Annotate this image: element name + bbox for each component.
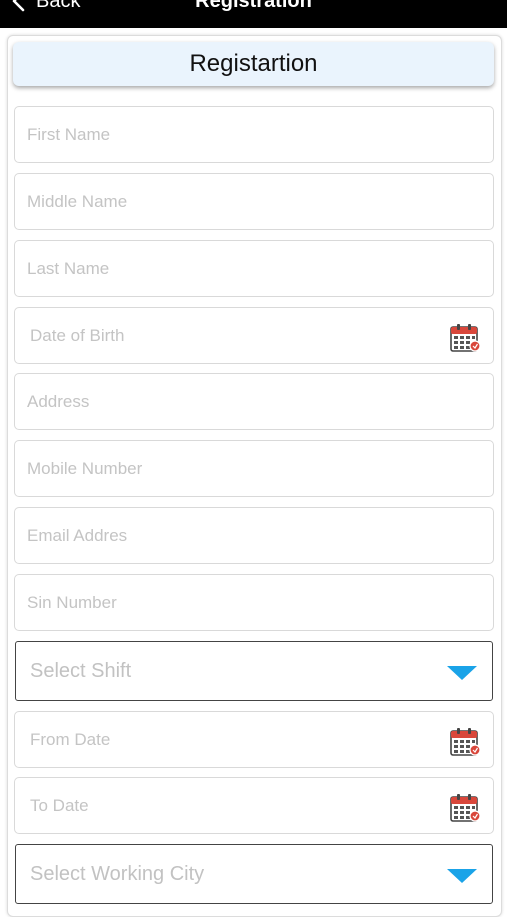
calendar-icon[interactable] (449, 322, 481, 354)
email-field (14, 507, 494, 564)
to-date-field (14, 777, 494, 834)
first-name-input[interactable] (15, 107, 493, 162)
shift-select[interactable]: Select Shift (15, 641, 493, 701)
form-title: Registartion (189, 50, 318, 77)
form-header: Registartion (13, 42, 494, 86)
address-field (14, 373, 494, 430)
email-input[interactable] (15, 508, 493, 563)
to-date-input[interactable] (15, 778, 493, 833)
last-name-field (14, 240, 494, 297)
triangle-down-icon (447, 666, 477, 680)
nav-title: Registration (195, 0, 312, 12)
first-name-field (14, 106, 494, 163)
navigation-bar: Back Registration (0, 0, 507, 28)
last-name-input[interactable] (15, 241, 493, 296)
mobile-number-input[interactable] (15, 441, 493, 496)
middle-name-input[interactable] (15, 174, 493, 229)
date-of-birth-field (14, 307, 494, 364)
middle-name-field (14, 173, 494, 230)
shift-select-label: Select Shift (30, 659, 132, 682)
sin-number-input[interactable] (15, 575, 493, 630)
from-date-field (14, 711, 494, 768)
registration-form: Registartion First Name Middle Name Last… (7, 35, 502, 917)
calendar-icon[interactable] (449, 726, 481, 758)
working-city-select[interactable]: Select Working City (15, 844, 493, 904)
from-date-input[interactable] (15, 712, 493, 767)
mobile-number-field (14, 440, 494, 497)
triangle-down-icon (447, 869, 477, 883)
sin-number-field (14, 574, 494, 631)
date-of-birth-input[interactable] (15, 308, 493, 363)
calendar-icon[interactable] (449, 792, 481, 824)
address-input[interactable] (15, 374, 493, 429)
working-city-select-label: Select Working City (30, 862, 205, 885)
